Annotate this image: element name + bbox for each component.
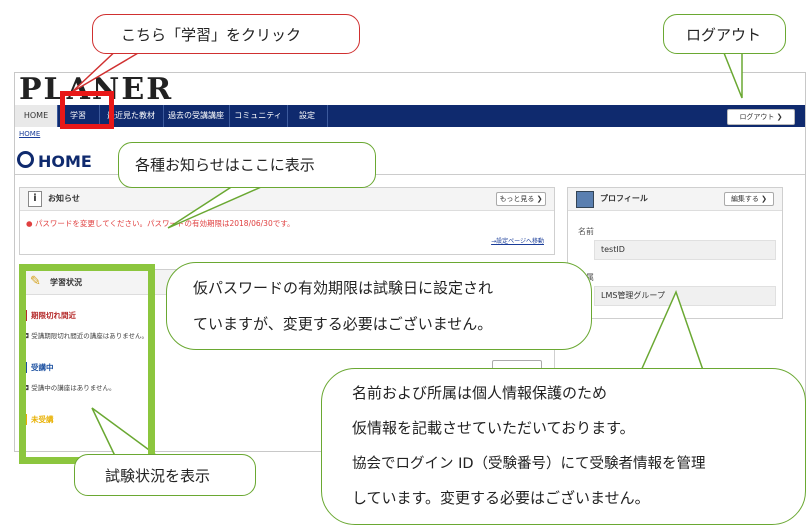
callout-study-status-text: 試験状況を表示: [105, 467, 211, 485]
callout-logout-text: ログアウト: [686, 26, 762, 44]
callout-news-text: 各種お知らせはここに表示: [135, 156, 315, 174]
callout-temp-password: 仮パスワードの有効期限は試験日に設定され ていますが、変更する必要はございません…: [166, 262, 592, 350]
callout-privacy-line3: 協会でログイン ID（受験番号）にて受験者情報を管理: [352, 456, 706, 472]
callout-study-status: 試験状況を表示: [74, 454, 256, 496]
callout-click-study: こちら「学習」をクリック: [92, 14, 360, 54]
callout-privacy-line4: しています。変更する必要はございません。: [352, 489, 650, 507]
callout-news: 各種お知らせはここに表示: [118, 142, 376, 188]
callout-privacy-line2: 仮情報を記載させていただいております。: [352, 419, 635, 437]
callout-privacy-line1: 名前および所属は個人情報保護のため: [352, 384, 608, 402]
callout-click-study-text: こちら「学習」をクリック: [121, 26, 302, 44]
callout-temp-password-line1: 仮パスワードの有効期限は試験日に設定され: [193, 279, 494, 297]
study-highlight-box: [60, 91, 114, 129]
study-status-highlight-box: [19, 264, 155, 464]
callout-logout: ログアウト: [663, 14, 786, 54]
callout-privacy: 名前および所属は個人情報保護のため 仮情報を記載させていただいております。 協会…: [321, 368, 806, 525]
callout-temp-password-line2: ていますが、変更する必要はございません。: [193, 315, 493, 333]
